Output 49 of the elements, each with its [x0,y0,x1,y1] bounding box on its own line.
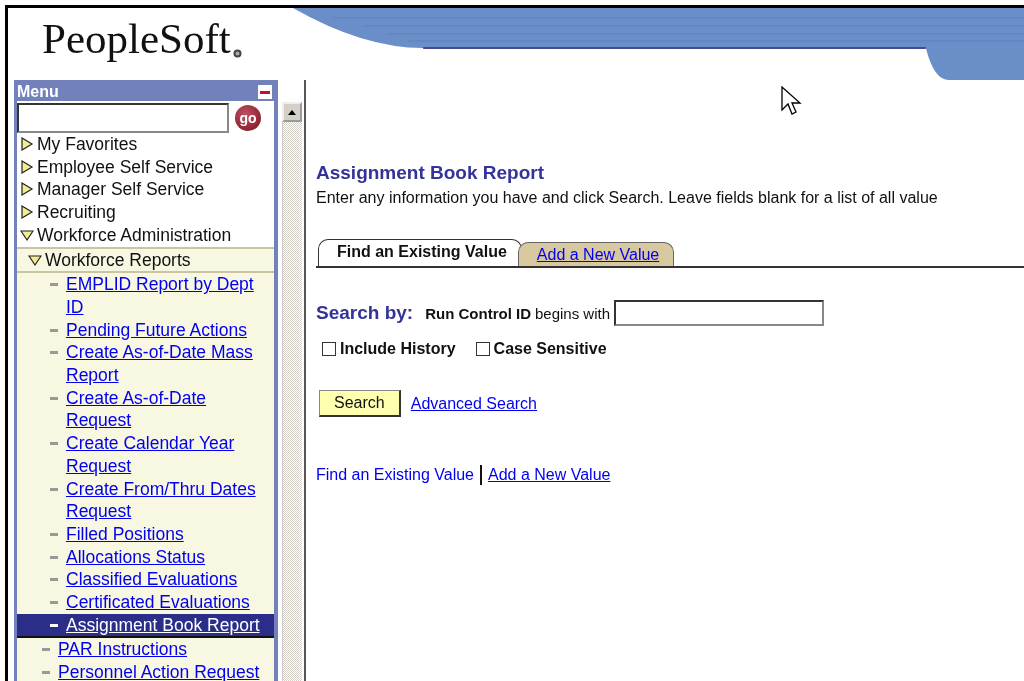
logo-text: PeopleSoft [42,14,231,64]
menu-link[interactable]: Create From/Thru Dates Request [66,477,271,523]
checkbox-label: Include History [340,340,456,358]
minimize-button[interactable] [258,85,272,99]
registered-mark-icon [232,49,242,58]
search-by-label: Search by: [316,302,414,324]
menu-link[interactable]: PAR Instructions [58,638,188,662]
menu-link[interactable]: Create As-of-Date Request [66,386,271,433]
scroll-up-button[interactable] [282,102,302,122]
menu-search-field[interactable] [17,103,229,133]
collapsed-triangle-icon[interactable] [20,137,34,151]
menu-link[interactable]: Create Calendar Year Request [66,432,271,478]
menu-link[interactable]: Certificated Evaluations [66,591,250,614]
tab[interactable]: Find an Existing Value [318,239,522,266]
operator-label: begins with [535,304,611,322]
menu-folder[interactable]: Manager Self Service [37,178,205,202]
menu-link[interactable]: Pending Future Actions [66,318,247,342]
search-button[interactable]: Search [319,390,401,417]
menu-folder[interactable]: Employee Self Service [37,155,214,179]
checkbox-label: Case Sensitive [493,340,607,358]
mouse-cursor-icon [781,86,803,118]
menu-folder[interactable]: Recruiting [37,201,116,224]
run-control-id-field[interactable] [614,300,825,326]
page-link[interactable]: Find an Existing Value [316,466,474,484]
field-label: Run Control ID [425,304,531,322]
collapsed-triangle-icon[interactable] [20,182,34,197]
expanded-triangle-icon[interactable] [20,227,34,242]
expanded-triangle-icon[interactable] [28,252,42,267]
menu-link[interactable]: Create As-of-Date Mass Report [66,341,271,387]
checkbox[interactable] [475,342,490,356]
instructions-text: Enter any information you have and click Search. Leave fields blank for a list of all value [316,189,939,207]
page-title: Assignment Book Report [316,161,546,185]
tab[interactable]: Add a New Value [517,242,675,266]
menu-link[interactable]: Filled Positions [66,522,184,546]
go-button[interactable]: go [235,105,261,131]
menu-link[interactable]: Personnel Action Request [58,661,260,681]
advanced-search-link[interactable]: Advanced Search [410,394,537,413]
checkbox[interactable] [322,342,336,356]
menu-link[interactable]: Allocations Status [66,545,206,569]
collapsed-triangle-icon[interactable] [20,159,34,174]
menu-folder[interactable]: Workforce Reports [45,248,191,272]
menu-title: Menu [17,83,59,101]
page-link[interactable]: Add a New Value [488,466,611,484]
up-arrow-icon [288,109,296,115]
menu-folder[interactable]: My Favorites [37,133,138,156]
menu-folder[interactable]: Workforce Administration [37,223,232,247]
collapsed-triangle-icon[interactable] [20,205,34,220]
menu-link[interactable]: EMPLID Report by Dept ID [66,273,271,319]
menu-link[interactable]: Classified Evaluations [66,568,238,592]
